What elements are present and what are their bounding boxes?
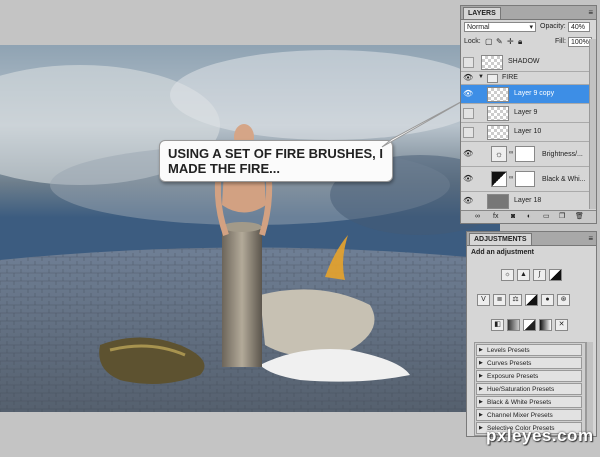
layer-thumbnail [481,55,503,70]
fill-label: Fill: [555,38,566,45]
layer-row-brightness[interactable]: 👁︎ ☼ ∞ Brightness/... [461,142,592,167]
hue-saturation-icon[interactable]: ≣ [493,294,506,306]
layer-name: Black & Whi... [542,176,586,183]
color-balance-icon[interactable]: ⚖ [509,294,522,306]
layer-thumbnail [487,87,509,102]
brightness-icon[interactable]: ☼ [501,269,514,281]
curves-icon[interactable]: ∫ [533,269,546,281]
gradient-map-icon[interactable] [539,319,552,331]
posterize-icon[interactable] [507,319,520,331]
new-group-icon[interactable]: ▭ [543,211,550,222]
eye-icon[interactable]: 👁︎ [463,149,473,159]
adjustments-scrollbar[interactable] [586,342,593,434]
new-adjustment-icon[interactable]: ◐ [527,211,531,222]
chevron-down-icon: ▾ [529,24,533,31]
vibrance-icon[interactable]: V [477,294,490,306]
visibility-toggle[interactable] [463,57,474,68]
layer-name: FIRE [502,74,518,81]
layer-thumbnail [487,125,509,140]
callout-line-2: MADE THE FIRE... [168,161,280,176]
visibility-toggle[interactable] [463,108,474,119]
blend-mode-value: Normal [467,24,490,31]
instruction-callout: USING A SET OF FIRE BRUSHES, I MADE THE … [159,140,393,182]
lock-label: Lock: [464,38,481,45]
brightness-adjustment-icon: ☼ [491,146,507,162]
blend-mode-select[interactable]: Normal ▾ [464,22,536,32]
chain-link-icon: ∞ [509,175,514,181]
callout-line-1: USING A SET OF FIRE BRUSHES, I [168,146,384,161]
layer-row-layer-9[interactable]: Layer 9 [461,104,592,123]
opacity-label: Opacity: [540,23,566,30]
tab-layers[interactable]: LAYERS [463,7,501,19]
trash-icon[interactable]: 🗑︎ [575,211,584,222]
add-mask-icon[interactable]: ◙ [511,211,515,222]
preset-curves[interactable]: Curves Presets [476,357,582,369]
layer-row-layer-10[interactable]: Layer 10 [461,123,592,142]
new-layer-icon[interactable]: ❐ [559,211,565,222]
eye-icon[interactable]: 👁︎ [463,196,473,206]
threshold-icon[interactable] [523,319,536,331]
layer-row-layer-18[interactable]: 👁︎ Layer 18 [461,192,592,211]
lock-all-icon[interactable]: 🔒︎ [518,37,522,47]
layers-footer-toolbar: ∞ fx ◙ ◐ ▭ ❐ 🗑︎ [461,210,596,223]
invert-icon[interactable]: ◧ [491,319,504,331]
eye-icon[interactable]: 👁︎ [463,73,473,83]
layer-row-layer-9-copy[interactable]: 👁︎ Layer 9 copy [461,85,592,104]
layer-thumbnail [487,106,509,121]
layer-name: SHADOW [508,58,540,65]
layer-name: Layer 10 [514,128,542,135]
layer-mask-thumbnail [515,171,535,187]
opacity-input[interactable]: 40% [568,22,590,32]
adjustments-tabbar: ADJUSTMENTS ≡ [467,232,596,246]
layer-name: Layer 9 [514,109,538,116]
layers-panel: LAYERS ≡ Normal ▾ Opacity: 40% Lock: ▢ ✎… [460,5,597,224]
panel-menu-icon[interactable]: ≡ [588,7,593,18]
link-layers-icon[interactable]: ∞ [475,211,480,222]
tab-adjustments[interactable]: ADJUSTMENTS [469,233,532,245]
folder-icon [487,74,498,83]
lock-brush-icon[interactable]: ✎ [496,37,503,46]
layer-name: Layer 9 copy [514,90,555,97]
adjustments-heading: Add an adjustment [471,249,535,256]
photo-filter-icon[interactable]: ● [541,294,554,306]
panel-menu-icon[interactable]: ≡ [588,233,593,244]
black-white-icon[interactable] [525,294,538,306]
chain-link-icon: ∞ [509,150,514,156]
layer-group-fire[interactable]: 👁︎ ▼ FIRE [461,72,592,85]
preset-exposure[interactable]: Exposure Presets [476,370,582,382]
site-watermark: pxleyes.com [486,426,594,445]
lock-move-icon[interactable]: ✛ [507,37,514,46]
layers-tabbar: LAYERS ≡ [461,6,596,20]
eye-icon[interactable]: 👁︎ [463,174,473,184]
preset-channel-mixer[interactable]: Channel Mixer Presets [476,409,582,421]
fx-icon[interactable]: fx [493,211,498,222]
layer-name: Layer 18 [514,197,542,204]
selective-color-icon[interactable]: ✕ [555,319,568,331]
chevron-down-icon[interactable]: ▼ [478,74,484,80]
visibility-toggle[interactable] [463,127,474,138]
preset-black-white[interactable]: Black & White Presets [476,396,582,408]
layers-scrollbar[interactable] [589,39,596,209]
preset-hue-saturation[interactable]: Hue/Saturation Presets [476,383,582,395]
layer-row-black-white[interactable]: 👁︎ ∞ Black & Whi... [461,167,592,192]
adjustments-panel: ADJUSTMENTS ≡ Add an adjustment ☼ ▲ ∫ V … [466,231,597,437]
eye-icon[interactable]: 👁︎ [463,89,473,99]
layer-row-shadow[interactable]: SHADOW [461,53,592,72]
black-white-adjustment-icon [491,171,507,187]
preset-levels[interactable]: Levels Presets [476,344,582,356]
lock-transparency-icon[interactable]: ▢ [485,37,493,46]
layer-name: Brightness/... [542,151,583,158]
layer-mask-thumbnail [515,146,535,162]
exposure-icon[interactable] [549,269,562,281]
layer-thumbnail [487,194,509,209]
channel-mixer-icon[interactable]: ⊛ [557,294,570,306]
levels-icon[interactable]: ▲ [517,269,530,281]
